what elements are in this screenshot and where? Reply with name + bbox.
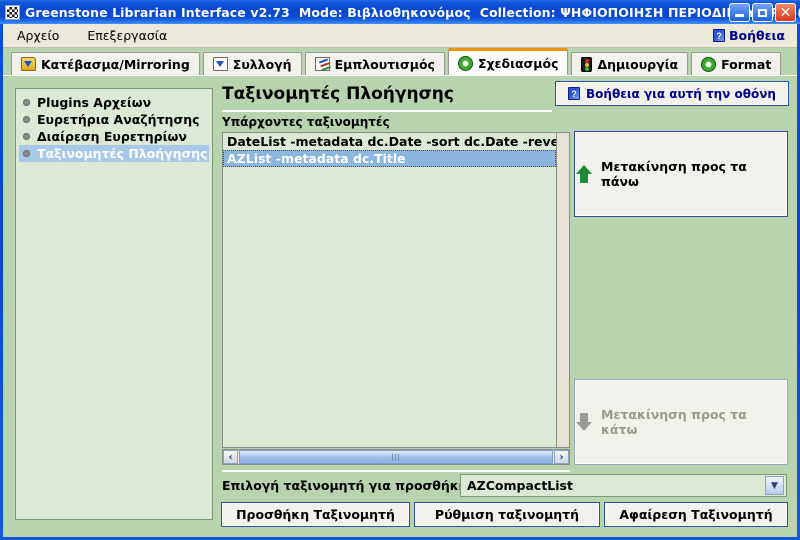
move-down-button: Μετακίνηση προς τα κάτω xyxy=(575,380,787,464)
design-sidebar: Plugins Αρχείων Ευρετήρια Αναζήτησης Δια… xyxy=(15,88,213,520)
sidebar-item-partition-indexes[interactable]: Διαίρεση Ευρετηρίων xyxy=(19,128,209,145)
menu-item-edit[interactable]: Επεξεργασία xyxy=(73,26,181,45)
help-for-this-screen-button[interactable]: Βοήθεια για αυτή την οθόνη xyxy=(556,82,788,105)
title-bar: Greenstone Librarian Interface v2.73 Mod… xyxy=(0,0,800,24)
classifier-list[interactable]: DateList -metadata dc.Date -sort dc.Date… xyxy=(222,132,556,448)
gear-icon xyxy=(701,56,717,72)
classifier-select-value: AZCompactList xyxy=(467,478,573,493)
tab-create-label: Δημιουργία xyxy=(597,56,679,72)
window-controls: ✕ xyxy=(729,3,796,22)
main-region: Ταξινομητές Πλοήγησης Βοήθεια για αυτή τ… xyxy=(219,82,791,528)
menu-item-help[interactable]: Βοήθεια xyxy=(709,26,789,45)
bullet-icon xyxy=(23,99,30,106)
tab-download-mirroring-label: Κατέβασμα/Mirroring xyxy=(41,56,190,72)
help-for-this-screen-label: Βοήθεια για αυτή την οθόνη xyxy=(586,86,776,101)
tab-format-label: Format xyxy=(721,56,772,72)
move-down-button-label: Μετακίνηση προς τα κάτω xyxy=(601,407,747,437)
menu-item-help-label: Βοήθεια xyxy=(728,28,785,43)
tab-design-label: Σχεδιασμός xyxy=(477,55,559,71)
greenstone-icon xyxy=(5,4,20,20)
close-icon: ✕ xyxy=(779,4,792,21)
close-button[interactable]: ✕ xyxy=(775,3,796,22)
menu-item-file[interactable]: Αρχείο xyxy=(3,26,73,45)
move-up-button-label: Μετακίνηση προς τα πάνω xyxy=(601,159,747,189)
help-book-icon xyxy=(568,87,581,100)
content-panel: Plugins Αρχείων Ευρετήρια Αναζήτησης Δια… xyxy=(3,75,797,533)
title-divider xyxy=(222,110,552,112)
classifier-list-vertical-scrollbar[interactable] xyxy=(556,132,570,448)
tab-create[interactable]: Δημιουργία xyxy=(571,52,689,75)
sidebar-item-plugins[interactable]: Plugins Αρχείων xyxy=(19,94,209,111)
sidebar-item-plugins-label: Plugins Αρχείων xyxy=(37,95,152,110)
tab-enrich[interactable]: Εμπλουτισμός xyxy=(304,52,445,75)
classifier-list-horizontal-scrollbar[interactable]: ‹ › xyxy=(222,449,570,465)
arrow-up-icon xyxy=(576,165,592,183)
scroll-left-arrow-icon[interactable]: ‹ xyxy=(223,450,238,464)
sidebar-item-search-indexes[interactable]: Ευρετήρια Αναζήτησης xyxy=(19,111,209,128)
window-title-app: Greenstone Librarian Interface v2.73 xyxy=(25,4,290,20)
bullet-icon xyxy=(23,116,30,123)
tab-design[interactable]: Σχεδιασμός xyxy=(447,48,569,75)
folder-download-icon xyxy=(21,57,36,71)
menu-bar: Αρχείο Επεξεργασία Βοήθεια xyxy=(3,24,797,48)
tab-bar: Κατέβασμα/Mirroring Συλλογή Εμπλουτισμός… xyxy=(3,48,797,75)
maximize-button[interactable] xyxy=(752,3,773,22)
help-book-icon xyxy=(712,29,725,42)
sidebar-item-search-indexes-label: Ευρετήρια Αναζήτησης xyxy=(37,112,200,127)
tab-collection-label: Συλλογή xyxy=(232,56,292,72)
chevron-down-icon[interactable]: ▼ xyxy=(765,476,784,495)
tab-enrich-label: Εμπλουτισμός xyxy=(334,56,435,72)
configure-classifier-button[interactable]: Ρύθμιση ταξινομητή xyxy=(415,503,599,526)
tab-download-mirroring[interactable]: Κατέβασμα/Mirroring xyxy=(11,52,200,75)
classifier-select[interactable]: AZCompactList ▼ xyxy=(460,474,787,497)
remove-classifier-button[interactable]: Αφαίρεση Ταξινομητή xyxy=(605,503,787,526)
minimize-button[interactable] xyxy=(729,3,750,22)
page-title: Ταξινομητές Πλοήγησης xyxy=(222,84,454,104)
list-item[interactable]: AZList -metadata dc.Title xyxy=(223,150,556,167)
sidebar-item-browsing-classifiers[interactable]: Ταξινομητές Πλοήγησης xyxy=(19,145,209,162)
pencil-edit-icon xyxy=(314,57,330,71)
application-window: Greenstone Librarian Interface v2.73 Mod… xyxy=(0,0,800,540)
list-item[interactable]: DateList -metadata dc.Date -sort dc.Date… xyxy=(223,133,556,150)
add-classifier-button[interactable]: Προσθήκη Ταξινομητή xyxy=(222,503,409,526)
move-up-button[interactable]: Μετακίνηση προς τα πάνω xyxy=(575,132,787,216)
maximize-icon xyxy=(758,8,767,17)
minimize-icon xyxy=(735,14,744,17)
window-title-mode: Mode: Βιβλιοθηκονόμος xyxy=(298,4,471,20)
bullet-icon xyxy=(23,150,30,157)
sidebar-item-partition-indexes-label: Διαίρεση Ευρετηρίων xyxy=(37,129,187,144)
tab-collection[interactable]: Συλλογή xyxy=(202,52,302,75)
sidebar-item-browsing-classifiers-label: Ταξινομητές Πλοήγησης xyxy=(37,146,208,161)
status-bar xyxy=(3,533,797,537)
page-download-icon xyxy=(212,57,228,71)
scrollbar-thumb[interactable] xyxy=(239,450,553,464)
traffic-light-icon xyxy=(581,56,593,72)
tab-format[interactable]: Format xyxy=(691,52,782,75)
arrow-down-icon xyxy=(576,413,592,431)
classifier-select-label: Επιλογή ταξινομητή για προσθήκη: xyxy=(222,478,473,493)
gear-icon xyxy=(457,55,473,71)
bullet-icon xyxy=(23,133,30,140)
existing-classifiers-label: Υπάρχοντες ταξινομητές xyxy=(222,115,390,129)
bottom-divider xyxy=(222,470,570,472)
scroll-right-arrow-icon[interactable]: › xyxy=(554,450,569,464)
